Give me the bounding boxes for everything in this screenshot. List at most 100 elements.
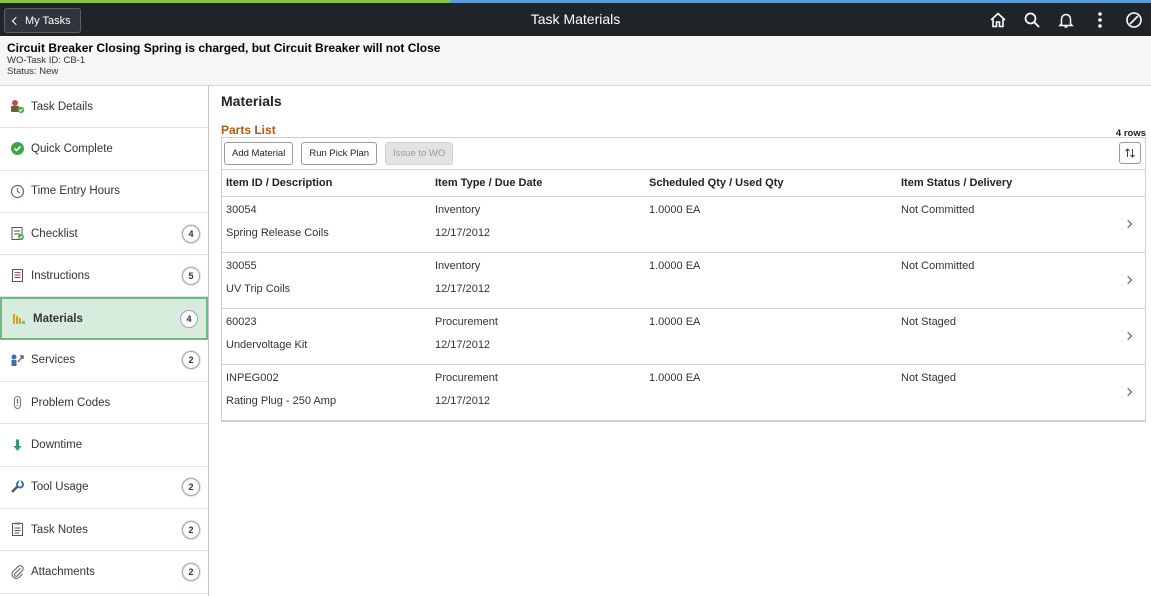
- sidebar-item-label: Downtime: [31, 439, 83, 452]
- sort-icon: [1125, 148, 1135, 158]
- table-row[interactable]: 30055 Inventory 1.0000 EA Not Committed …: [222, 253, 1145, 309]
- sidebar-item-label: Instructions: [31, 269, 90, 282]
- sidebar-item-quick-complete[interactable]: Quick Complete: [0, 128, 208, 171]
- status-value: New: [39, 66, 59, 77]
- sidebar-item-instructions[interactable]: Instructions 5: [0, 255, 208, 298]
- column-header: Scheduled Qty / Used Qty: [649, 177, 784, 189]
- problem-codes-icon: [10, 395, 25, 410]
- notes-icon: [10, 522, 25, 537]
- table-row[interactable]: 30054 Inventory 1.0000 EA Not Committed …: [222, 197, 1145, 253]
- due-date: 12/17/2012: [435, 283, 491, 295]
- add-material-button[interactable]: Add Material: [224, 142, 294, 165]
- check-circle-icon: [10, 141, 25, 156]
- task-status-line: Status: New: [7, 66, 1144, 77]
- due-date: 12/17/2012: [435, 395, 491, 407]
- sidebar-item-services[interactable]: Services 2: [0, 340, 208, 383]
- item-type: Procurement: [435, 316, 498, 328]
- task-title: Circuit Breaker Closing Spring is charge…: [7, 41, 441, 55]
- sidebar-item-attachments[interactable]: Attachments 2: [0, 551, 208, 594]
- sidebar-item-label: Attachments: [31, 565, 95, 578]
- item-type: Inventory: [435, 260, 481, 272]
- task-id-label: WO-Task ID:: [7, 55, 61, 66]
- search-icon[interactable]: [1021, 9, 1043, 31]
- column-header: Item ID / Description: [226, 177, 333, 189]
- task-id-value: CB-1: [63, 55, 86, 66]
- item-id: 30055: [226, 260, 257, 272]
- materials-icon: [12, 311, 27, 326]
- chevron-right-icon[interactable]: [1123, 387, 1133, 397]
- parts-list-title: Parts List: [221, 123, 276, 137]
- count-badge: 4: [180, 309, 198, 328]
- column-header: Item Type / Due Date: [435, 177, 543, 189]
- count-badge: 2: [182, 351, 200, 370]
- task-header: Circuit Breaker Closing Spring is charge…: [0, 36, 1151, 86]
- sidebar-item-downtime[interactable]: Downtime: [0, 424, 208, 467]
- item-description: Rating Plug - 250 Amp: [226, 395, 337, 407]
- task-details-icon: [10, 99, 25, 114]
- scheduled-qty: 1.0000 EA: [649, 260, 701, 272]
- task-sidebar: Task Details Quick Complete Time Entry H…: [0, 86, 209, 596]
- task-id-line: WO-Task ID: CB-1: [7, 55, 1144, 66]
- checklist-icon: [10, 226, 25, 241]
- grid-toolbar: Add Material Run Pick Plan Issue to WO: [222, 138, 1145, 170]
- top-navigation-bar: My Tasks Task Materials: [0, 0, 1151, 36]
- sidebar-item-tool-usage[interactable]: Tool Usage 2: [0, 467, 208, 509]
- sidebar-item-label: Problem Codes: [31, 396, 111, 409]
- table-row[interactable]: INPEG002 Procurement 1.0000 EA Not Stage…: [222, 365, 1145, 421]
- count-badge: 2: [182, 478, 200, 497]
- tool-icon: [10, 480, 25, 495]
- status-label: Status:: [7, 66, 37, 77]
- issue-to-wo-button: Issue to WO: [385, 142, 454, 165]
- run-pick-plan-button[interactable]: Run Pick Plan: [301, 142, 378, 165]
- chevron-right-icon[interactable]: [1123, 219, 1133, 229]
- item-status: Not Staged: [901, 316, 957, 328]
- sidebar-item-label: Time Entry Hours: [31, 185, 121, 198]
- more-options-icon[interactable]: [1089, 9, 1111, 31]
- chevron-right-icon[interactable]: [1123, 275, 1133, 285]
- sidebar-item-label: Tool Usage: [31, 481, 89, 494]
- down-arrow-icon: [10, 438, 25, 453]
- item-id: 60023: [226, 316, 257, 328]
- page-title: Task Materials: [530, 11, 621, 27]
- sidebar-item-task-details[interactable]: Task Details: [0, 86, 208, 129]
- item-status: Not Committed: [901, 204, 975, 216]
- item-description: Undervoltage Kit: [226, 339, 308, 351]
- sidebar-item-problem-codes[interactable]: Problem Codes: [0, 382, 208, 425]
- sidebar-item-time-entry-hours[interactable]: Time Entry Hours: [0, 171, 208, 213]
- sidebar-item-task-notes[interactable]: Task Notes 2: [0, 509, 208, 552]
- item-type: Inventory: [435, 204, 481, 216]
- chevron-right-icon[interactable]: [1123, 331, 1133, 341]
- sidebar-item-label: Quick Complete: [31, 142, 113, 155]
- home-icon[interactable]: [987, 9, 1009, 31]
- sort-button[interactable]: [1119, 142, 1141, 164]
- parts-grid: Add Material Run Pick Plan Issue to WO I…: [221, 137, 1146, 422]
- item-status: Not Committed: [901, 260, 975, 272]
- sidebar-item-label: Checklist: [31, 227, 78, 240]
- count-badge: 4: [182, 224, 200, 243]
- item-id: INPEG002: [226, 372, 279, 384]
- navbar-icon[interactable]: [1123, 9, 1145, 31]
- clock-icon: [10, 184, 25, 199]
- scheduled-qty: 1.0000 EA: [649, 204, 701, 216]
- count-badge: 2: [182, 562, 200, 581]
- sidebar-item-checklist[interactable]: Checklist 4: [0, 213, 208, 256]
- scheduled-qty: 1.0000 EA: [649, 316, 701, 328]
- count-badge: 5: [182, 266, 200, 285]
- services-icon: [10, 353, 25, 368]
- item-type: Procurement: [435, 372, 498, 384]
- parts-list-header: Parts List 4 rows: [221, 123, 1146, 139]
- item-status: Not Staged: [901, 372, 957, 384]
- table-row[interactable]: 60023 Procurement 1.0000 EA Not Staged U…: [222, 309, 1145, 365]
- scheduled-qty: 1.0000 EA: [649, 372, 701, 384]
- sidebar-item-label: Materials: [33, 312, 83, 325]
- table-header: Item ID / Description Item Type / Due Da…: [222, 170, 1145, 197]
- document-icon: [10, 268, 25, 283]
- count-badge: 2: [182, 520, 200, 539]
- section-title: Materials: [221, 93, 282, 109]
- bell-icon[interactable]: [1055, 9, 1077, 31]
- due-date: 12/17/2012: [435, 339, 491, 351]
- sidebar-item-label: Task Details: [31, 100, 93, 113]
- sidebar-item-label: Services: [31, 354, 76, 367]
- sidebar-item-materials[interactable]: Materials 4: [0, 297, 208, 340]
- column-header: Item Status / Delivery: [901, 177, 1013, 189]
